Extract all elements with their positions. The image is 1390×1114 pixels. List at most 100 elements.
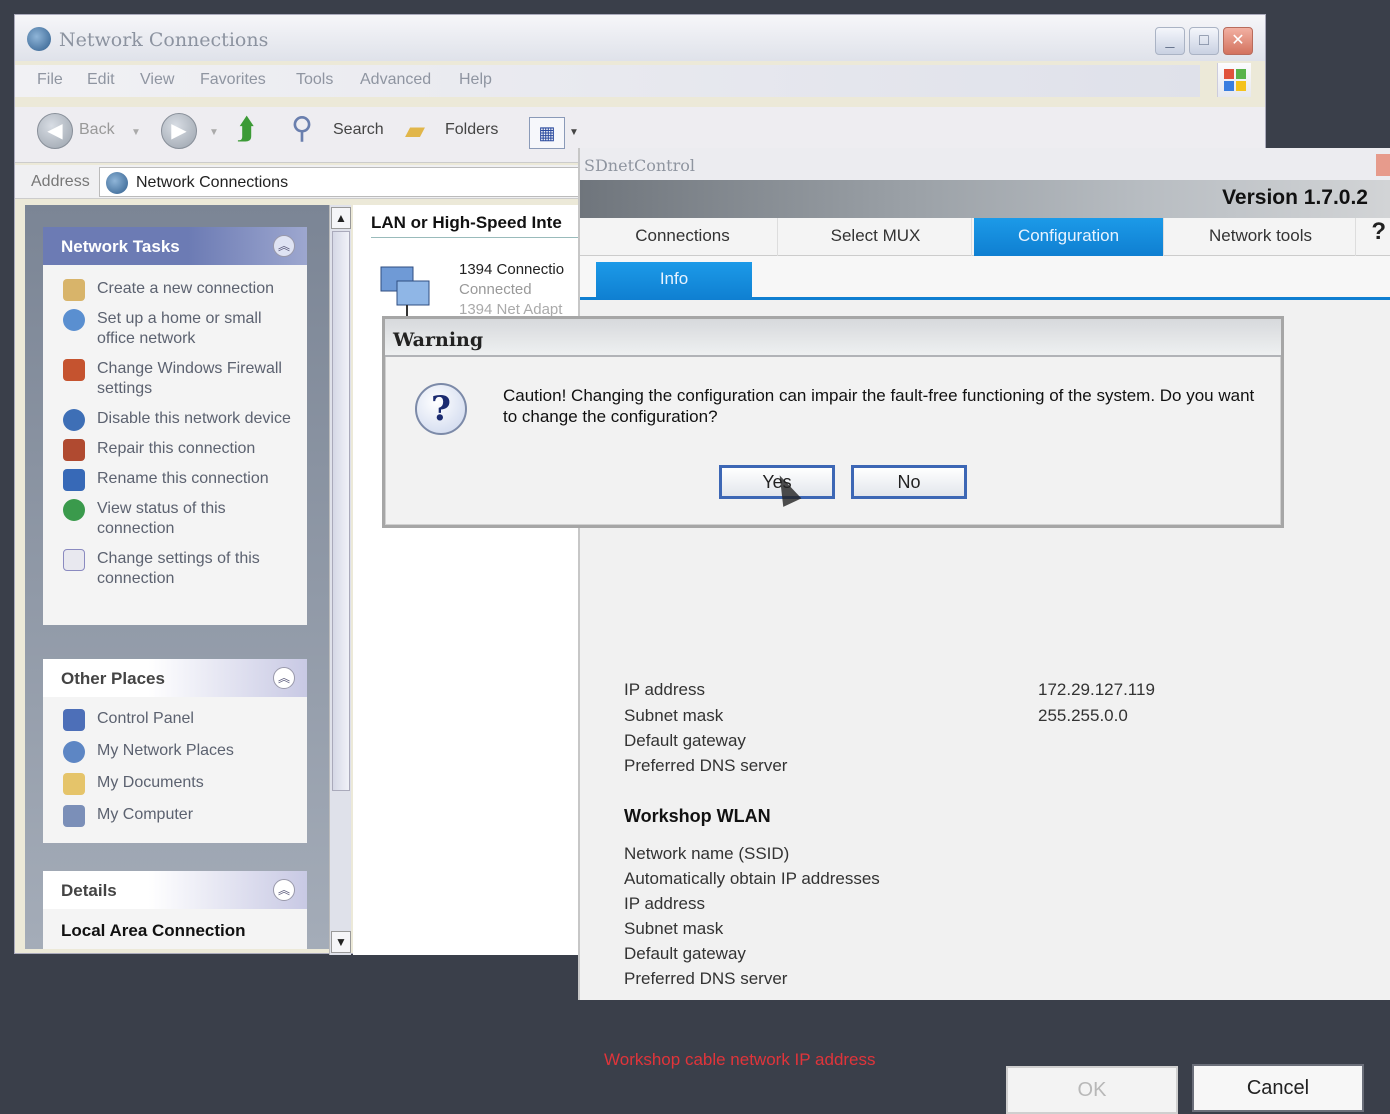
close-button[interactable]: ✕ [1223, 27, 1253, 55]
sdnet-subtabs: Info [580, 256, 1390, 300]
vertical-scrollbar[interactable]: ▲ ▼ [329, 205, 351, 955]
task-repair-connection[interactable]: Repair this connection [43, 433, 307, 463]
collapse-chevron-icon[interactable]: ︽ [273, 235, 295, 257]
minimize-button[interactable]: _ [1155, 27, 1185, 55]
sdnetcontrol-window: SDnetControl Version 1.7.0.2 Connections… [578, 148, 1390, 1114]
version-banner: Version 1.7.0.2 [580, 180, 1390, 218]
disable-network-icon [63, 409, 85, 431]
version-label: Version 1.7.0.2 [1222, 186, 1368, 209]
connection-name[interactable]: 1394 Connectio [459, 261, 564, 278]
details-header[interactable]: Details ︽ [43, 871, 307, 909]
subtab-info[interactable]: Info [596, 262, 752, 300]
folders-button[interactable]: Folders [445, 121, 498, 139]
forward-arrow-icon[interactable]: ▶ [161, 113, 197, 149]
sdnet-close-button[interactable] [1376, 154, 1390, 176]
task-setup-home-network[interactable]: Set up a home or small office network [43, 303, 307, 353]
network-places-icon [63, 741, 85, 763]
question-icon: ? [415, 383, 467, 435]
back-button[interactable]: Back [79, 121, 115, 139]
other-places-title: Other Places [61, 669, 165, 688]
network-connections-icon [27, 27, 51, 51]
firewall-icon [63, 359, 85, 381]
forward-dropdown-icon[interactable]: ▼ [209, 127, 219, 138]
task-change-settings[interactable]: Change settings of this connection [43, 543, 307, 593]
other-places-panel: Other Places ︽ Control Panel My Network … [43, 659, 307, 843]
up-folder-icon[interactable]: ⮭ [237, 113, 255, 147]
task-label: Set up a home or small office network [97, 310, 262, 347]
search-button[interactable]: Search [333, 121, 384, 139]
address-field[interactable]: Network Connections [99, 167, 599, 197]
task-label: Change settings of this connection [97, 550, 260, 587]
network-connections-icon [106, 172, 128, 194]
connection-status: Connected [459, 281, 532, 298]
folders-icon: ▰ [405, 115, 425, 145]
details-panel: Details ︽ Local Area Connection [43, 871, 307, 949]
menu-file[interactable]: File [37, 71, 63, 89]
my-documents-icon [63, 773, 85, 795]
task-firewall-settings[interactable]: Change Windows Firewall settings [43, 353, 307, 403]
task-label: Change Windows Firewall settings [97, 360, 282, 397]
menu-help[interactable]: Help [459, 71, 492, 89]
other-places-header[interactable]: Other Places ︽ [43, 659, 307, 697]
place-label: Control Panel [97, 710, 194, 727]
cable-gateway-label: Default gateway [624, 731, 746, 750]
network-tasks-header[interactable]: Network Tasks ︽ [43, 227, 307, 265]
network-connection-icon[interactable] [377, 261, 437, 323]
task-disable-device[interactable]: Disable this network device [43, 403, 307, 433]
views-dropdown-icon[interactable]: ▼ [569, 127, 579, 138]
cancel-button[interactable]: Cancel [1192, 1064, 1364, 1112]
sdnet-title: SDnetControl [584, 156, 695, 175]
ok-button[interactable]: OK [1006, 1066, 1178, 1114]
menu-advanced[interactable]: Advanced [360, 71, 431, 89]
tab-connections[interactable]: Connections [588, 218, 778, 256]
collapse-chevron-icon[interactable]: ︽ [273, 879, 295, 901]
maximize-button[interactable]: □ [1189, 27, 1219, 55]
scroll-down-icon[interactable]: ▼ [331, 931, 351, 953]
menu-favorites[interactable]: Favorites [200, 71, 266, 89]
menu-view[interactable]: View [140, 71, 174, 89]
collapse-chevron-icon[interactable]: ︽ [273, 667, 295, 689]
menu-bar: File Edit View Favorites Tools Advanced … [15, 65, 1200, 97]
task-label: Rename this connection [97, 470, 269, 487]
task-rename-connection[interactable]: Rename this connection [43, 463, 307, 493]
task-label: Repair this connection [97, 440, 256, 457]
cable-dns-label: Preferred DNS server [624, 756, 788, 775]
cable-ip-label: IP address [624, 680, 705, 699]
scroll-thumb[interactable] [332, 231, 350, 791]
place-label: My Computer [97, 806, 194, 823]
tab-network-tools[interactable]: Network tools [1166, 218, 1356, 256]
tab-configuration[interactable]: Configuration [974, 218, 1164, 256]
validation-warning: Workshop cable network IP address [604, 1050, 876, 1069]
sdnet-title-bar: SDnetControl [580, 148, 1390, 180]
control-panel-icon [63, 709, 85, 731]
task-create-connection[interactable]: Create a new connection [43, 273, 307, 303]
status-icon [63, 499, 85, 521]
place-my-network-places[interactable]: My Network Places [43, 735, 307, 767]
task-pane: Network Tasks ︽ Create a new connection … [25, 205, 329, 949]
views-icon[interactable]: ▦ [529, 117, 565, 149]
new-connection-icon [63, 279, 85, 301]
menu-tools[interactable]: Tools [296, 71, 333, 89]
warning-title-bar: Warning [385, 319, 1281, 357]
back-arrow-icon[interactable]: ◀ [37, 113, 73, 149]
network-tasks-panel: Network Tasks ︽ Create a new connection … [43, 227, 307, 625]
task-label: View status of this connection [97, 500, 226, 537]
tab-select-mux[interactable]: Select MUX [780, 218, 972, 256]
menu-edit[interactable]: Edit [87, 71, 115, 89]
place-control-panel[interactable]: Control Panel [43, 703, 307, 735]
task-view-status[interactable]: View status of this connection [43, 493, 307, 543]
no-button[interactable]: No [851, 465, 967, 499]
sdnet-tabs: Connections Select MUX Configuration Net… [580, 218, 1390, 256]
place-label: My Network Places [97, 742, 234, 759]
cable-ip-value: 172.29.127.119 [1038, 680, 1155, 699]
warning-title: Warning [393, 329, 484, 351]
wlan-auto-ip-label: Automatically obtain IP addresses [624, 869, 880, 888]
back-dropdown-icon[interactable]: ▼ [131, 127, 141, 138]
place-my-documents[interactable]: My Documents [43, 767, 307, 799]
scroll-up-icon[interactable]: ▲ [331, 207, 351, 229]
wlan-ip-label: IP address [624, 894, 705, 913]
search-icon: ⚲ [291, 112, 313, 145]
place-my-computer[interactable]: My Computer [43, 799, 307, 831]
warning-message: Caution! Changing the configuration can … [503, 386, 1255, 426]
help-icon[interactable]: ? [1371, 218, 1386, 246]
